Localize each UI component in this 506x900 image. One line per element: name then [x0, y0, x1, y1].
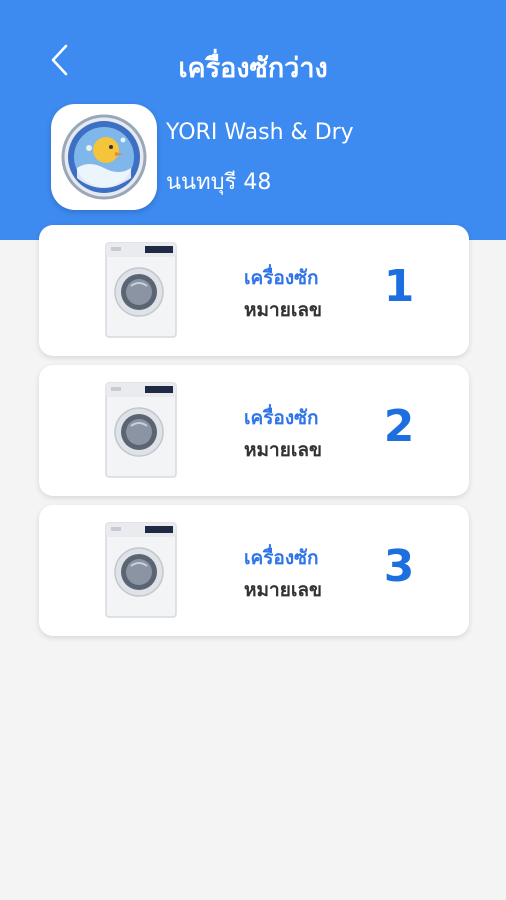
machine-card-1[interactable]: เครื่องซัก หมายเลข 1 — [39, 225, 469, 356]
shop-branch: นนทบุรี 48 — [166, 170, 272, 195]
machine-label: เครื่องซัก — [244, 407, 319, 429]
shop-name: YORI Wash & Dry — [166, 120, 354, 145]
machine-sub-label: หมายเลข — [244, 439, 322, 461]
machine-sub-label: หมายเลข — [244, 579, 322, 601]
machine-number: 3 — [383, 541, 415, 592]
machine-label: เครื่องซัก — [244, 547, 319, 569]
washing-machine-icon — [105, 522, 177, 618]
header: เครื่องซักว่าง YORI Wash & Dry นนทบุรี 4… — [0, 0, 506, 240]
machine-label: เครื่องซัก — [244, 267, 319, 289]
shop-logo — [51, 104, 157, 210]
machine-number: 1 — [383, 261, 415, 312]
machine-card-3[interactable]: เครื่องซัก หมายเลข 3 — [39, 505, 469, 636]
machine-number: 2 — [383, 401, 415, 452]
machine-card-2[interactable]: เครื่องซัก หมายเลข 2 — [39, 365, 469, 496]
washing-machine-icon — [105, 382, 177, 478]
page-title: เครื่องซักว่าง — [178, 53, 328, 84]
washing-machine-logo-icon — [61, 114, 147, 200]
machine-sub-label: หมายเลข — [244, 299, 322, 321]
washing-machine-icon — [105, 242, 177, 338]
